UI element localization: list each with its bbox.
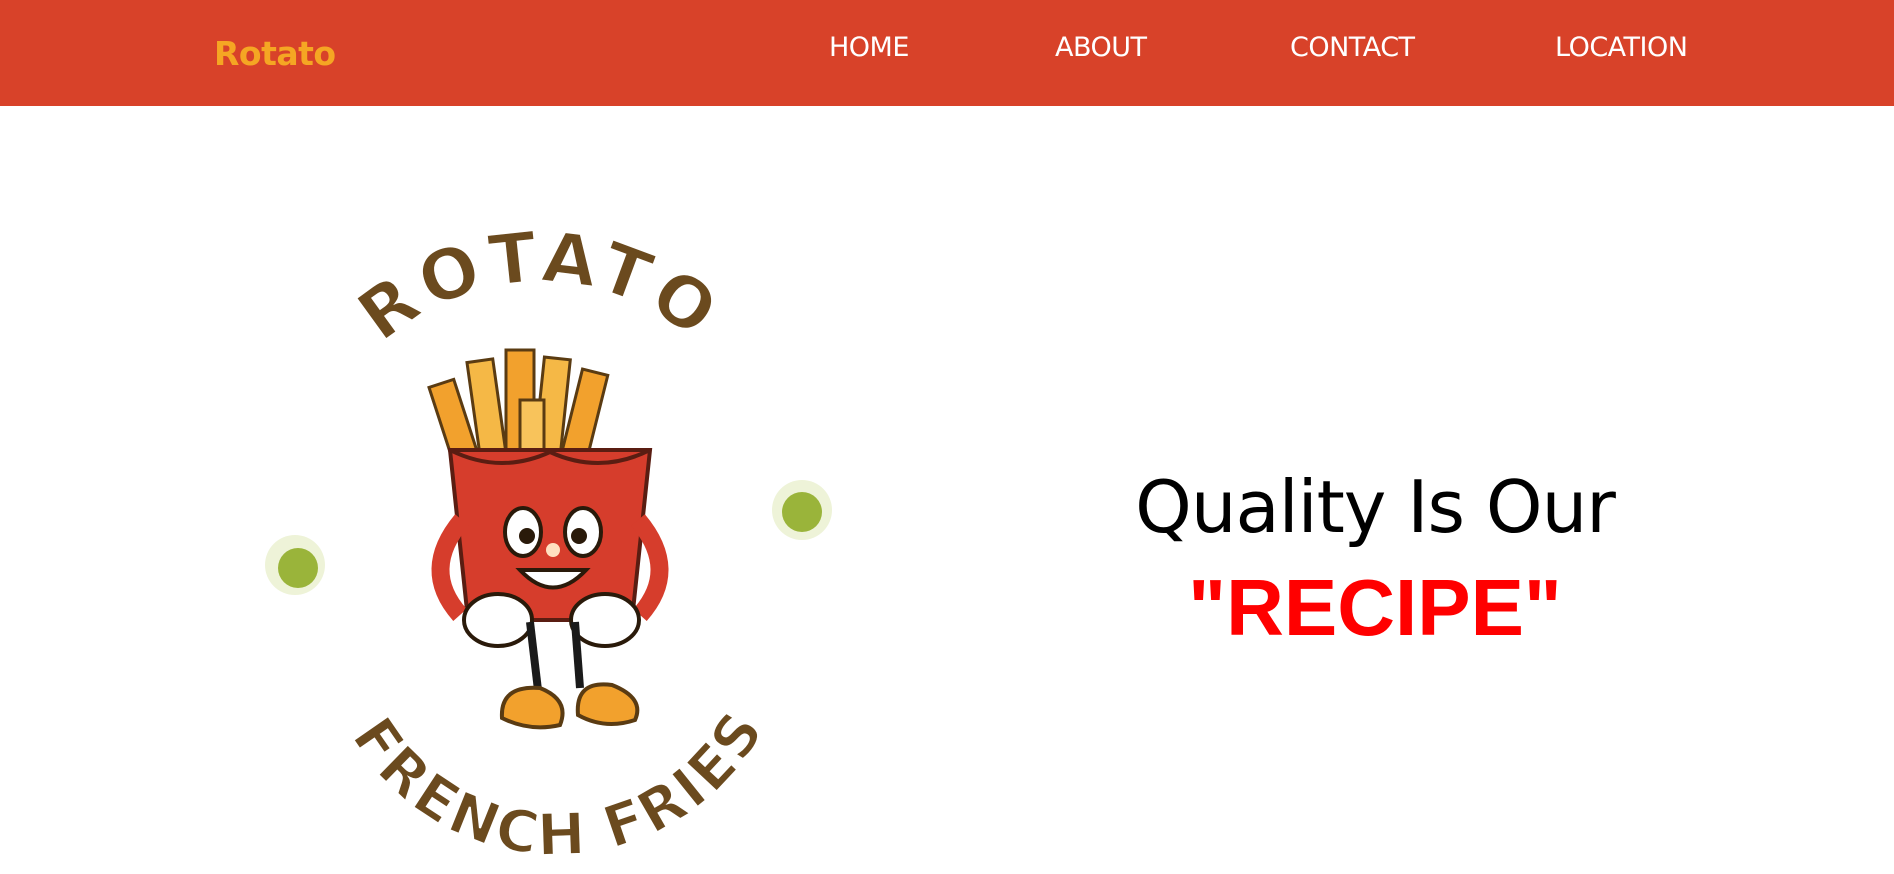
logo-top-text: ROTATO [342,215,732,358]
hero-headline: Quality Is Our [1135,465,1616,549]
rotato-french-fries-logo: ROTATO FRENCH FRIES [240,215,860,870]
navbar: Rotato HOME ABOUT CONTACT LOCATION [0,0,1894,106]
nav-link-contact[interactable]: CONTACT [1290,30,1415,66]
nav-link-location[interactable]: LOCATION [1555,30,1688,66]
french-fries-mascot-icon: ROTATO FRENCH FRIES [265,215,832,870]
brand-logo-link[interactable]: Rotato [214,32,336,76]
nav-link-home[interactable]: HOME [829,30,909,66]
nav-link-about[interactable]: ABOUT [1055,30,1147,66]
svg-text:ROTATO: ROTATO [343,220,737,357]
hero-subheadline: "RECIPE" [1188,563,1562,652]
